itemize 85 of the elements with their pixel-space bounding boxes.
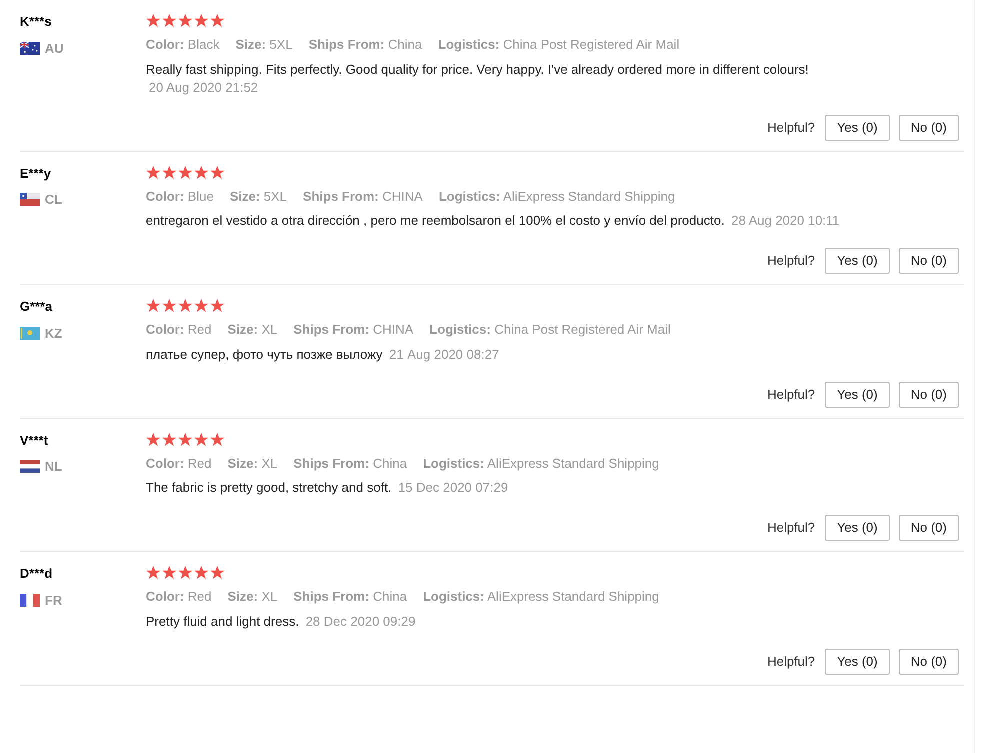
flag-icon: [20, 193, 40, 206]
product-attribute: Logistics: AliExpress Standard Shipping: [423, 588, 660, 606]
product-attribute: Size: XL: [228, 321, 278, 339]
product-attribute: Ships From: China: [308, 36, 422, 54]
product-attribute: Size: XL: [228, 454, 278, 472]
star-icon: [210, 432, 225, 446]
no-button[interactable]: No (0): [898, 382, 959, 408]
review-date: 21 Aug 2020 08:27: [389, 346, 500, 362]
helpful-label: Helpful?: [767, 519, 816, 538]
review-text: The fabric is pretty good, stretchy and soft.: [146, 480, 392, 495]
product-attribute: Ships From: China: [294, 454, 408, 473]
yes-button[interactable]: Yes (0): [825, 648, 890, 674]
star-icon: [210, 166, 225, 180]
review-text: Really fast shipping. Fits perfectly. Good quality for price. Very happy. I've already ordered more in different colours!: [146, 62, 809, 76]
review-date: 20 Aug 2020 21:52: [149, 80, 258, 94]
product-attribute: Color: Red: [146, 321, 212, 339]
review-text: entregaron el vestido a otra dirección , pero me reembolsaron el 100% el costo y envío del producto.: [146, 213, 725, 228]
product-attribute: Size: XL: [228, 588, 278, 606]
product-attribute: Color: Black: [146, 36, 220, 54]
product-attribute: Ships From: CHINA: [303, 188, 423, 206]
helpful-label: Helpful?: [767, 652, 816, 671]
reviewer-name: D***d: [20, 565, 54, 583]
star-icon: [210, 566, 225, 580]
flag-icon: [20, 326, 40, 340]
star-icon: [194, 166, 209, 180]
star-icon: [146, 432, 161, 446]
flag-icon: [20, 42, 40, 55]
reviewer-name: K***s: [20, 13, 53, 31]
star-icon: [162, 299, 177, 313]
review-date: 28 Dec 2020 09:29: [306, 614, 416, 628]
yes-button[interactable]: Yes (0): [825, 382, 890, 408]
star-icon: [146, 299, 161, 313]
star-icon: [178, 566, 193, 580]
product-attribute: Logistics: AliExpress Standard Shipping: [423, 454, 660, 473]
flag-icon: [20, 594, 40, 607]
flag-icon: [20, 460, 40, 474]
reviewer-name: G***a: [20, 298, 54, 316]
product-attribute: Size: 5XL: [230, 188, 288, 206]
reviewer-name: E***y: [20, 164, 52, 183]
helpful-label: Helpful?: [767, 252, 816, 270]
star-icon: [162, 14, 177, 28]
reviewer-name: V***t: [20, 432, 50, 450]
product-attribute: Ships From: China: [294, 588, 408, 606]
review-date: 28 Aug 2020 10:11: [731, 213, 840, 228]
yes-button[interactable]: Yes (0): [825, 515, 890, 541]
star-icon: [210, 299, 225, 313]
product-attribute: Logistics: China Post Registered Air Mail: [438, 36, 680, 54]
star-icon: [162, 566, 177, 580]
product-attribute: Color: Red: [146, 588, 212, 606]
country-code: KZ: [45, 324, 62, 342]
product-attribute: Logistics: AliExpress Standard Shipping: [438, 188, 676, 206]
country-code: CL: [45, 191, 62, 209]
star-icon: [210, 14, 225, 28]
product-attribute: Size: 5XL: [236, 36, 293, 54]
star-icon: [162, 166, 177, 180]
star-icon: [194, 432, 209, 446]
star-icon: [146, 14, 161, 28]
star-icon: [194, 299, 209, 313]
product-attribute: Logistics: China Post Registered Air Mail: [430, 321, 671, 339]
star-icon: [194, 14, 209, 28]
helpful-label: Helpful?: [767, 118, 816, 137]
helpful-label: Helpful?: [767, 386, 816, 404]
star-icon: [194, 566, 209, 580]
star-icon: [178, 14, 193, 28]
review-text: Pretty fluid and light dress.: [146, 614, 300, 628]
yes-button[interactable]: Yes (0): [825, 248, 890, 274]
yes-button[interactable]: Yes (0): [825, 114, 890, 140]
review-text: платье супер, фото чуть позже выложу: [146, 346, 383, 362]
star-icon: [146, 166, 161, 180]
star-icon: [178, 432, 193, 446]
country-code: FR: [45, 592, 62, 610]
country-code: AU: [45, 40, 64, 58]
star-icon: [162, 432, 177, 446]
country-code: NL: [45, 458, 62, 476]
no-button[interactable]: No (0): [898, 648, 959, 674]
star-icon: [178, 299, 193, 313]
product-attribute: Color: Red: [146, 454, 212, 472]
product-attribute: Ships From: CHINA: [294, 321, 414, 339]
review-date: 15 Dec 2020 07:29: [398, 480, 508, 495]
star-icon: [146, 566, 161, 580]
star-icon: [178, 166, 193, 180]
product-attribute: Color: Blue: [146, 188, 214, 206]
no-button[interactable]: No (0): [898, 248, 959, 274]
no-button[interactable]: No (0): [898, 114, 959, 140]
no-button[interactable]: No (0): [898, 515, 959, 541]
